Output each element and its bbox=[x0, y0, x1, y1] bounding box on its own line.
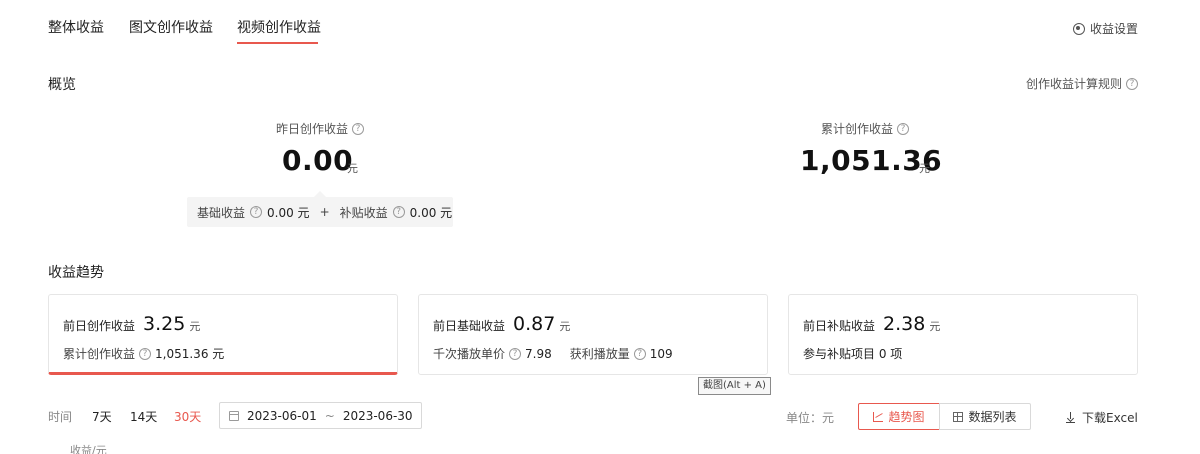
card-label: 前日基础收益 bbox=[433, 319, 506, 333]
card-sub-value: 7.98 bbox=[525, 346, 552, 361]
card-unit: 元 bbox=[559, 320, 571, 333]
help-icon: ? bbox=[1126, 77, 1138, 90]
yesterday-income-label: 昨日创作收益 ? bbox=[276, 120, 365, 137]
data-list-button[interactable]: 数据列表 bbox=[939, 403, 1031, 430]
time-label: 时间 bbox=[48, 410, 73, 424]
rules-link[interactable]: 创作收益计算规则 ? bbox=[1026, 75, 1138, 92]
total-income-label: 累计创作收益 ? bbox=[821, 120, 910, 137]
subsidy-income-label: 补贴收益 bbox=[339, 205, 388, 220]
card-sub-label: 获利播放量 bbox=[569, 347, 630, 361]
card-sub-value: 109 bbox=[649, 346, 673, 361]
trend-title: 收益趋势 bbox=[48, 265, 104, 281]
card-sub-text: 参与补贴项目 0 项 bbox=[803, 347, 903, 361]
range-30-days[interactable]: 30天 bbox=[174, 408, 201, 425]
card-unit: 元 bbox=[929, 320, 941, 333]
table-icon bbox=[953, 411, 964, 422]
active-tab-indicator bbox=[237, 42, 318, 44]
card-creation-income[interactable]: 前日创作收益 3.25 元 累计创作收益 ? 1,051.36 元 bbox=[48, 294, 398, 375]
chart-y-axis-label: 收益/元 bbox=[70, 444, 107, 454]
help-icon[interactable]: ? bbox=[139, 347, 152, 360]
trend-chart-button[interactable]: 趋势图 bbox=[858, 403, 940, 430]
yesterday-income-label-text: 昨日创作收益 bbox=[276, 122, 349, 136]
screenshot-tooltip: 截图(Alt + A) bbox=[698, 377, 771, 395]
help-icon[interactable]: ? bbox=[897, 122, 910, 135]
income-breakdown: 基础收益 ? 0.00 元 + 补贴收益 ? 0.00 元 bbox=[187, 191, 453, 227]
card-sub-label: 千次播放单价 bbox=[433, 347, 506, 361]
help-icon[interactable]: ? bbox=[509, 347, 522, 360]
calendar-icon bbox=[229, 410, 239, 421]
tab-video-income[interactable]: 视频创作收益 bbox=[237, 17, 321, 37]
download-excel-button[interactable]: 下载Excel bbox=[1066, 409, 1138, 426]
download-icon bbox=[1066, 412, 1076, 423]
help-icon[interactable]: ? bbox=[633, 347, 646, 360]
plus-sign: + bbox=[319, 205, 330, 219]
card-base-income[interactable]: 前日基础收益 0.87 元 千次播放单价 ? 7.98 获利播放量 ? 109 bbox=[418, 294, 768, 375]
base-income-label: 基础收益 bbox=[197, 205, 246, 220]
yesterday-income-unit: 元 bbox=[347, 162, 358, 175]
date-range-picker[interactable]: 2023-06-01 ~ 2023-06-30 bbox=[219, 402, 422, 429]
income-settings-link[interactable]: 收益设置 bbox=[1072, 20, 1138, 37]
date-end: 2023-06-30 bbox=[342, 408, 413, 423]
tab-overall-income[interactable]: 整体收益 bbox=[48, 17, 104, 37]
base-income-value: 0.00 元 bbox=[267, 205, 310, 220]
range-7-days[interactable]: 7天 bbox=[92, 408, 112, 425]
total-income-unit: 元 bbox=[919, 162, 930, 175]
help-icon[interactable]: ? bbox=[250, 206, 263, 218]
subsidy-income-value: 0.00 元 bbox=[409, 205, 453, 220]
card-value: 2.38 bbox=[883, 313, 926, 335]
card-unit: 元 bbox=[189, 320, 201, 333]
yesterday-income-value: 0.00 bbox=[282, 144, 354, 177]
card-value: 3.25 bbox=[143, 313, 186, 335]
card-sub-label: 累计创作收益 bbox=[63, 347, 136, 361]
date-start: 2023-06-01 bbox=[247, 408, 317, 423]
card-label: 前日创作收益 bbox=[63, 319, 136, 333]
line-chart-icon bbox=[873, 411, 884, 422]
card-label: 前日补贴收益 bbox=[803, 319, 876, 333]
income-settings-label: 收益设置 bbox=[1089, 22, 1138, 36]
data-list-button-label: 数据列表 bbox=[968, 410, 1017, 424]
download-excel-label: 下载Excel bbox=[1082, 411, 1138, 425]
help-icon[interactable]: ? bbox=[352, 122, 365, 135]
unit-label: 单位：元 bbox=[786, 411, 835, 425]
range-14-days[interactable]: 14天 bbox=[130, 408, 157, 425]
total-income-label-text: 累计创作收益 bbox=[821, 122, 894, 136]
overview-title: 概览 bbox=[48, 77, 76, 93]
card-value: 0.87 bbox=[513, 313, 556, 335]
card-sub-value: 1,051.36 元 bbox=[155, 347, 225, 361]
tab-article-income[interactable]: 图文创作收益 bbox=[129, 17, 213, 37]
breakdown-caret bbox=[314, 191, 326, 197]
gear-icon bbox=[1072, 22, 1085, 35]
trend-chart-button-label: 趋势图 bbox=[888, 410, 925, 424]
rules-link-label: 创作收益计算规则 bbox=[1025, 77, 1122, 91]
help-icon[interactable]: ? bbox=[392, 206, 405, 218]
card-subsidy-income[interactable]: 前日补贴收益 2.38 元 参与补贴项目 0 项 bbox=[788, 294, 1138, 375]
date-separator: ~ bbox=[324, 408, 335, 423]
